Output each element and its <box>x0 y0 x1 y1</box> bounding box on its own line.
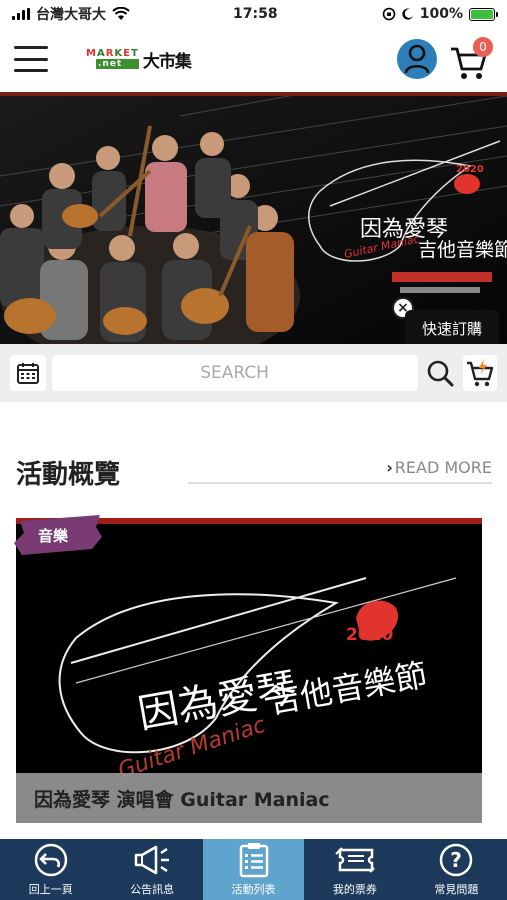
cart-badge: 0 <box>473 37 493 57</box>
back-arrow-icon <box>34 843 67 877</box>
search-button[interactable] <box>424 355 458 391</box>
search-input[interactable] <box>51 355 418 391</box>
battery-percent: 100% <box>419 6 463 22</box>
section-title: 活動概覽 <box>16 460 121 490</box>
question-icon: ? <box>440 843 473 877</box>
status-bar: 台灣大哥大 17:58 100% <box>0 0 507 28</box>
nav-label: 活動列表 <box>231 883 276 896</box>
user-icon[interactable] <box>397 39 437 79</box>
signal-icon <box>12 8 30 20</box>
svg-text:吉他音樂節: 吉他音樂節 <box>418 239 507 261</box>
list-icon <box>239 843 268 878</box>
nav-faq[interactable]: ? 常見問題 <box>406 839 507 900</box>
bottom-nav: 回上一頁 公告訊息 活動列表 我的票券 ? 常見問題 <box>0 839 507 900</box>
banner-artwork: 因為愛琴 吉他音樂節 Guitar Maniac 2020 <box>0 96 507 344</box>
section-header: 活動概覽 › READ MORE <box>16 450 492 490</box>
ticket-icon <box>335 847 375 873</box>
read-more-link[interactable]: › READ MORE <box>386 458 492 477</box>
cart-button[interactable]: 0 <box>449 37 493 79</box>
carrier-name: 台灣大哥大 <box>36 7 106 23</box>
menu-icon[interactable] <box>14 46 48 72</box>
logo-market: MARKET <box>86 48 139 59</box>
search-icon <box>428 360 454 387</box>
calendar-button[interactable] <box>10 355 46 391</box>
hero-banner[interactable]: 因為愛琴 吉他音樂節 Guitar Maniac 2020 <box>0 92 507 344</box>
megaphone-icon <box>134 845 170 875</box>
calendar-icon <box>16 363 39 384</box>
moon-icon <box>402 8 413 20</box>
nav-label: 常見問題 <box>434 883 479 896</box>
svg-text:2020: 2020 <box>346 625 393 645</box>
nav-label: 我的票券 <box>332 883 377 896</box>
nav-back[interactable]: 回上一頁 <box>0 839 101 900</box>
nav-my-tickets[interactable]: 我的票券 <box>304 839 405 900</box>
wifi-icon <box>112 7 130 20</box>
quick-cart-button[interactable] <box>463 355 497 391</box>
clock: 17:58 <box>233 6 278 22</box>
event-card[interactable]: 2020 因為愛琴 吉他音樂節 Guitar Maniac 因為愛琴 演唱會 G… <box>16 518 482 823</box>
logo-text: 大市集 <box>142 51 192 72</box>
rotation-lock-icon <box>382 7 396 21</box>
battery-icon <box>469 7 498 21</box>
app-header: MARKET .net 大市集 0 <box>0 28 507 90</box>
nav-event-list[interactable]: 活動列表 <box>202 839 305 900</box>
quick-cart-icon <box>467 359 494 387</box>
svg-text:?: ? <box>451 848 463 872</box>
logo[interactable]: MARKET .net 大市集 <box>86 44 192 74</box>
nav-label: 回上一頁 <box>28 883 73 896</box>
nav-announcements[interactable]: 公告訊息 <box>101 839 202 900</box>
svg-text:2020: 2020 <box>456 164 484 175</box>
nav-label: 公告訊息 <box>130 883 175 896</box>
category-tag-label: 音樂 <box>38 527 69 545</box>
search-bar <box>0 344 507 402</box>
quick-order-button[interactable]: 快速訂購 <box>405 310 499 346</box>
divider <box>188 482 492 484</box>
event-title: 因為愛琴 演唱會 Guitar Maniac <box>16 773 482 823</box>
chevron-right-icon: › <box>386 458 393 477</box>
logo-net: .net <box>96 59 139 69</box>
